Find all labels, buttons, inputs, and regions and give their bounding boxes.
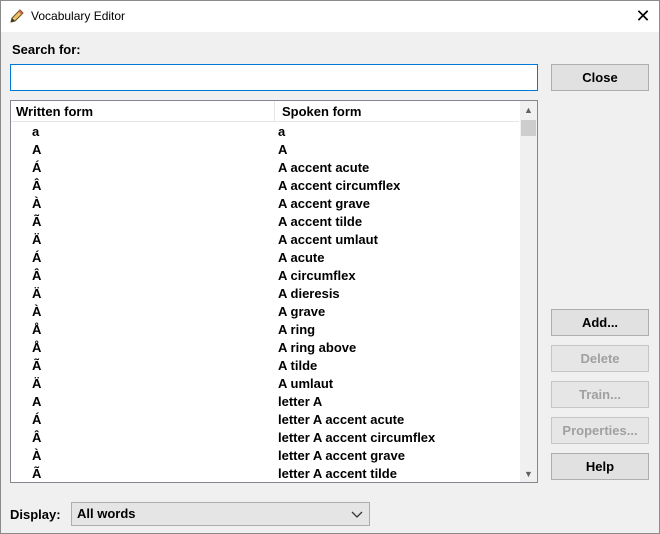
written-form-cell: A <box>32 142 42 157</box>
written-form-cell: À <box>32 196 42 211</box>
written-form-cell: Á <box>32 250 42 265</box>
display-select-value: All words <box>77 506 136 521</box>
list-item[interactable]: Âletter A accent circumflex <box>11 429 519 447</box>
spoken-form-cell: A tilde <box>278 358 318 373</box>
written-form-cell: Ã <box>32 466 42 481</box>
spoken-form-cell: A accent umlaut <box>278 232 378 247</box>
spoken-form-cell: A accent circumflex <box>278 178 401 193</box>
written-form-cell: Ã <box>32 358 42 373</box>
scroll-thumb[interactable] <box>521 120 536 136</box>
delete-button[interactable]: Delete <box>551 345 649 372</box>
spoken-form-cell: A ring above <box>278 340 357 355</box>
spoken-form-cell: A umlaut <box>278 376 334 391</box>
pencil-icon <box>10 9 24 23</box>
list-item[interactable]: Àletter A accent grave <box>11 447 519 465</box>
list-item[interactable]: Aletter A <box>11 393 519 411</box>
written-form-cell: Ä <box>32 286 42 301</box>
title-bar: Vocabulary Editor ✕ <box>1 1 659 32</box>
list-item[interactable]: Ä A dieresis <box>11 285 519 303</box>
list-item[interactable]: Â A accent circumflex <box>11 177 519 195</box>
list-item[interactable]: Å A ring above <box>11 339 519 357</box>
window-title: Vocabulary Editor <box>31 9 126 23</box>
vocabulary-list[interactable]: Written form Spoken form aaAAÁA accent a… <box>10 100 538 483</box>
written-form-cell: Å <box>32 340 42 355</box>
help-button[interactable]: Help <box>551 453 649 480</box>
spoken-form-cell: letter A accent tilde <box>278 466 397 481</box>
scroll-up-icon[interactable]: ▲ <box>520 101 537 118</box>
list-item[interactable]: Ã A tilde <box>11 357 519 375</box>
written-form-cell: À <box>32 448 42 463</box>
written-form-cell: A <box>32 394 42 409</box>
list-rows: aaAAÁA accent acute Â A accent circumflex À… <box>11 123 519 482</box>
vocabulary-editor-window: Vocabulary Editor ✕ Search for: Close Wr… <box>0 0 660 534</box>
spoken-form-cell: A accent grave <box>278 196 371 211</box>
written-form-cell: Â <box>32 430 42 445</box>
written-form-cell: Ä <box>32 376 42 391</box>
written-form-cell: Á <box>32 412 42 427</box>
spoken-form-cell: A dieresis <box>278 286 340 301</box>
written-form-cell: Å <box>32 322 42 337</box>
written-form-cell: Â <box>32 268 42 283</box>
list-item[interactable]: À A grave <box>11 303 519 321</box>
spoken-form-cell: A accent tilde <box>278 214 363 229</box>
list-item[interactable]: Á A acute <box>11 249 519 267</box>
display-label: Display: <box>10 507 61 522</box>
spoken-form-cell: A grave <box>278 304 326 319</box>
properties-button[interactable]: Properties... <box>551 417 649 444</box>
written-form-cell: Ã <box>32 214 42 229</box>
list-item[interactable]: aa <box>11 123 519 141</box>
list-item[interactable]: Ã A accent tilde <box>11 213 519 231</box>
spoken-form-cell: A circumflex <box>278 268 356 283</box>
display-select[interactable]: All words <box>71 502 370 526</box>
spoken-form-cell: letter A accent acute <box>278 412 405 427</box>
written-form-cell: Â <box>32 178 42 193</box>
list-item[interactable]: Ãletter A accent tilde <box>11 465 519 482</box>
spoken-form-cell: letter A accent circumflex <box>278 430 436 445</box>
search-label: Search for: <box>12 42 81 57</box>
written-form-cell: Á <box>32 160 42 175</box>
spoken-form-cell: letter A accent grave <box>278 448 405 463</box>
written-form-cell: a <box>32 124 40 139</box>
list-item[interactable]: Å A ring <box>11 321 519 339</box>
list-item[interactable]: Áletter A accent acute <box>11 411 519 429</box>
list-item[interactable]: Á A accent acute <box>11 159 519 177</box>
list-item[interactable]: À A accent grave <box>11 195 519 213</box>
list-item[interactable]: Â A circumflex <box>11 267 519 285</box>
column-header-spoken-form[interactable]: Spoken form <box>275 101 519 122</box>
spoken-form-cell: letter A <box>278 394 323 409</box>
add-button[interactable]: Add... <box>551 309 649 336</box>
written-form-cell: À <box>32 304 42 319</box>
search-input[interactable] <box>10 64 538 91</box>
close-button[interactable]: Close <box>551 64 649 91</box>
list-header: Written form Spoken form <box>11 101 519 122</box>
train-button[interactable]: Train... <box>551 381 649 408</box>
list-item[interactable]: Ä A umlaut <box>11 375 519 393</box>
written-form-cell: Ä <box>32 232 42 247</box>
list-item[interactable]: AA <box>11 141 519 159</box>
chevron-down-icon <box>351 511 363 518</box>
list-item[interactable]: Ä A accent umlaut <box>11 231 519 249</box>
column-header-written-form[interactable]: Written form <box>11 101 275 122</box>
vertical-scrollbar[interactable]: ▲ ▼ <box>520 101 537 482</box>
spoken-form-cell: A ring <box>278 322 316 337</box>
spoken-form-cell: A acute <box>278 250 325 265</box>
spoken-form-cell: A <box>278 142 288 157</box>
scroll-down-icon[interactable]: ▼ <box>520 465 537 482</box>
spoken-form-cell: A accent acute <box>278 160 370 175</box>
spoken-form-cell: a <box>278 124 286 139</box>
window-close-icon[interactable]: ✕ <box>627 1 659 32</box>
